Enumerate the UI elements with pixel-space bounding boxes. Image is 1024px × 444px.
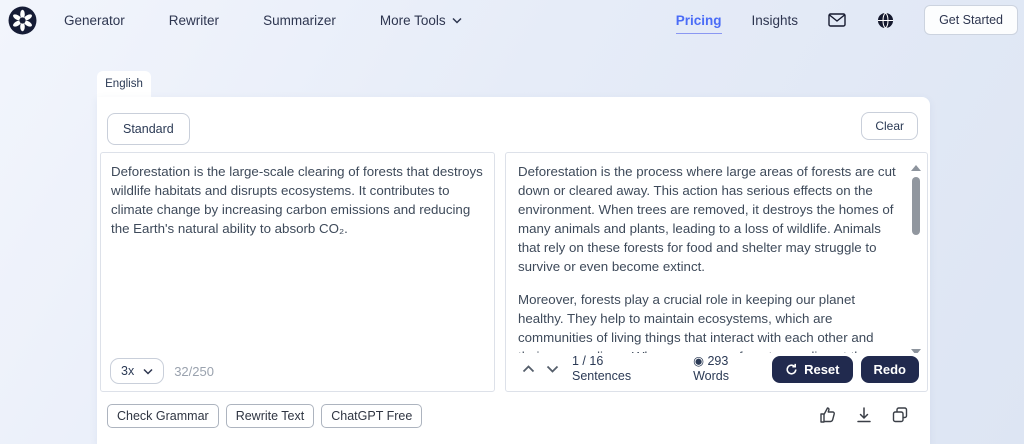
output-actions: Reset Redo [772,356,919,383]
nav-link-pricing[interactable]: Pricing [676,13,722,34]
footer-icons [818,405,910,425]
chevron-down-icon [452,17,462,24]
output-paragraph: Moreover, forests play a crucial role in… [518,290,897,353]
tab-english[interactable]: English [97,71,151,97]
next-sentence-button[interactable] [540,357,564,381]
check-grammar-button[interactable]: Check Grammar [107,404,219,428]
multiplier-select[interactable]: 3x [110,358,164,384]
sentence-counter: 1 / 16 Sentences [572,354,631,384]
nav-item-more-tools[interactable]: More Tools [380,13,462,28]
multiplier-value: 3x [121,364,134,378]
output-scrollbar[interactable] [910,165,922,355]
nav-link-insights[interactable]: Insights [752,13,799,28]
app-logo-icon[interactable] [8,6,37,35]
more-tools-label: More Tools [380,13,446,28]
nav-item-rewriter[interactable]: Rewriter [169,13,219,28]
globe-icon[interactable] [876,11,894,29]
word-counter: ◉ 293 Words [693,354,729,384]
input-box: Deforestation is the large-scale clearin… [100,152,495,392]
output-paragraph: Deforestation is the process where large… [518,162,897,276]
mode-standard-button[interactable]: Standard [107,113,190,145]
nav-item-summarizer[interactable]: Summarizer [263,13,336,28]
prev-sentence-button[interactable] [516,357,540,381]
nav-menu: Generator Rewriter Summarizer More Tools [64,13,462,28]
output-box: Deforestation is the process where large… [505,152,928,392]
top-nav: Generator Rewriter Summarizer More Tools… [0,0,1024,40]
mail-icon[interactable] [828,11,846,29]
main-panel: Standard Clear Deforestation is the larg… [97,97,930,444]
word-counter-value: ◉ 293 [693,354,729,369]
download-icon[interactable] [854,405,874,425]
input-textarea[interactable]: Deforestation is the large-scale clearin… [111,162,484,347]
word-counter-label: Words [693,369,729,384]
output-text[interactable]: Deforestation is the process where large… [518,162,897,353]
copy-icon[interactable] [890,405,910,425]
reset-button[interactable]: Reset [772,356,852,383]
input-bottom-bar: 3x 32/250 [110,358,214,384]
scroll-up-icon[interactable] [911,165,921,171]
scrollbar-thumb[interactable] [912,177,920,235]
redo-button[interactable]: Redo [861,356,920,383]
refresh-icon [785,363,798,376]
thumbs-up-icon[interactable] [818,405,838,425]
nav-right: Pricing Insights Get Started [676,0,1018,40]
get-started-button[interactable]: Get Started [924,5,1018,35]
clear-button[interactable]: Clear [861,112,918,140]
chatgpt-free-button[interactable]: ChatGPT Free [321,404,422,428]
rewrite-text-button[interactable]: Rewrite Text [226,404,315,428]
sentence-counter-value: 1 / 16 [572,354,631,369]
char-counter: 32/250 [174,364,214,379]
reset-label: Reset [804,362,839,377]
footer-tools: Check Grammar Rewrite Text ChatGPT Free [107,404,422,428]
chevron-down-icon [143,368,153,375]
output-bottom-bar: 1 / 16 Sentences ◉ 293 Words Reset Redo [516,353,919,385]
nav-item-generator[interactable]: Generator [64,13,125,28]
sentence-counter-label: Sentences [572,369,631,384]
